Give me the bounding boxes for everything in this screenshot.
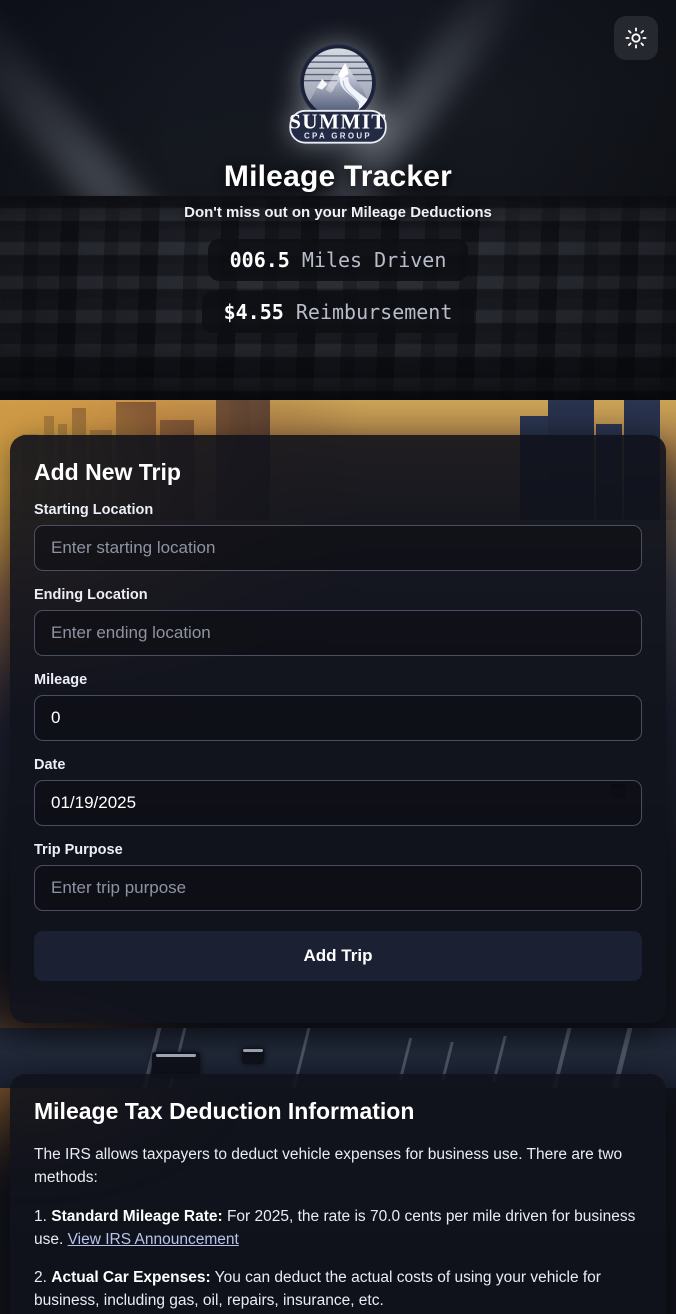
field-trip-purpose: Trip Purpose [34,842,642,911]
info-intro-text: The IRS allows taxpayers to deduct vehic… [34,1146,623,1187]
date-input[interactable] [34,780,642,826]
field-date: Date [34,757,642,826]
ending-location-label: Ending Location [34,587,148,603]
ending-location-input[interactable] [34,610,642,656]
theme-toggle-button[interactable] [614,16,658,60]
starting-location-input[interactable] [34,525,642,571]
irs-announcement-link[interactable]: View IRS Announcement [68,1231,239,1248]
hero-banner: SUMMIT CPA GROUP Mileage Tracker Don't m… [0,0,676,400]
vehicle-light [156,1054,196,1057]
mileage-label: Mileage [34,672,88,688]
vehicle-light [243,1049,263,1052]
stat-miles-label: Miles Driven [301,248,447,272]
date-label: Date [34,757,66,773]
field-ending-location: Ending Location [34,587,642,656]
add-trip-button[interactable]: Add Trip [34,931,642,981]
trip-purpose-label: Trip Purpose [34,842,123,858]
info-item-actual-car-expenses: 2. Actual Car Expenses: You can deduct t… [34,1266,642,1313]
stat-miles-value: 006.5 [229,248,290,272]
starting-location-label: Starting Location [34,502,154,518]
page-title: Mileage Tracker [223,160,453,193]
info-item1-term: Standard Mileage Rate: [51,1207,223,1225]
trip-purpose-input[interactable] [34,865,642,911]
stats-group: 006.5 Miles Driven $4.55 Reimbursement [0,239,676,333]
mileage-input[interactable] [34,695,642,741]
field-starting-location: Starting Location [34,502,642,571]
svg-text:CPA GROUP: CPA GROUP [304,131,372,140]
field-mileage: Mileage [34,672,642,741]
info-item2-number: 2. [34,1269,47,1286]
sun-icon [625,27,647,49]
mileage-tax-info-card: Mileage Tax Deduction Information The IR… [10,1074,666,1314]
add-trip-card: Add New Trip Starting Location Ending Lo… [10,435,666,1023]
stat-reimbursement-value: $4.55 [223,300,284,324]
info-card-title: Mileage Tax Deduction Information [34,1098,415,1124]
svg-text:SUMMIT: SUMMIT [289,110,387,134]
calendar-icon[interactable] [611,781,626,802]
page-subtitle: Don't miss out on your Mileage Deduction… [184,204,492,221]
add-trip-title: Add New Trip [34,459,181,485]
info-item-standard-mileage-rate: 1. Standard Mileage Rate: For 2025, the … [34,1205,642,1252]
summit-mountain-road-logo: SUMMIT CPA GROUP [289,44,387,144]
stat-miles-driven: 006.5 Miles Driven [207,239,469,281]
info-item2-term: Actual Car Expenses: [51,1269,211,1286]
info-item1-number: 1. [34,1207,47,1225]
stat-reimbursement-label: Reimbursement [295,300,453,324]
stat-reimbursement: $4.55 Reimbursement [201,291,475,333]
